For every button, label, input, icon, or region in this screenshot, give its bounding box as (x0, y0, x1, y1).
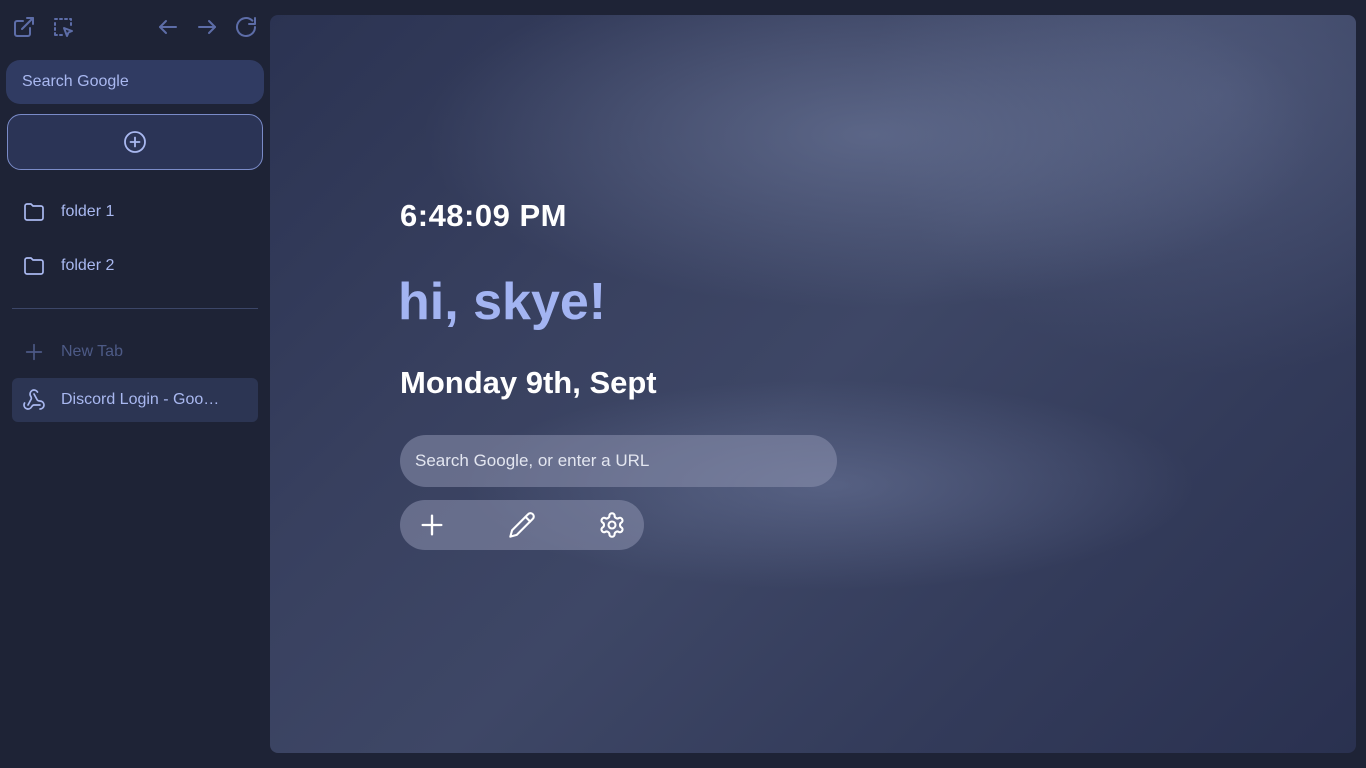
folder-icon (12, 254, 56, 278)
plus-icon (421, 514, 443, 536)
select-area-icon[interactable] (50, 14, 76, 40)
folder-item-1[interactable]: folder 1 (12, 192, 258, 232)
gear-icon (600, 512, 624, 538)
reload-icon[interactable] (233, 14, 259, 40)
folder-icon (12, 200, 56, 224)
folder-item-2[interactable]: folder 2 (12, 246, 258, 286)
date-label: Monday 9th, Sept (400, 365, 657, 400)
folder-label: folder 1 (61, 203, 115, 220)
url-search-input[interactable] (400, 435, 837, 487)
add-folder-button[interactable] (7, 114, 263, 170)
settings-button[interactable] (598, 511, 626, 539)
new-tab-label: New Tab (61, 343, 123, 360)
sidebar-search-input[interactable] (6, 60, 264, 104)
tab-item-discord[interactable]: Discord Login - Google Chrome (12, 378, 258, 422)
clock: 6:48:09 PM (400, 198, 567, 233)
edit-button[interactable] (508, 511, 536, 539)
plus-circle-icon (124, 131, 146, 153)
sidebar: folder 1 folder 2 New Tab Discord Login … (0, 0, 270, 768)
open-external-icon[interactable] (11, 14, 37, 40)
greeting: hi, skye! (398, 273, 607, 331)
arrow-right-icon[interactable] (194, 14, 220, 40)
new-tab-button[interactable]: New Tab (12, 330, 258, 374)
arrow-left-icon[interactable] (155, 14, 181, 40)
new-tab-page: 6:48:09 PM hi, skye! Monday 9th, Sept (270, 15, 1356, 753)
webhook-icon (12, 388, 56, 412)
pencil-icon (509, 512, 535, 538)
plus-icon (12, 341, 56, 363)
sidebar-divider (12, 308, 258, 309)
add-shortcut-button[interactable] (418, 511, 446, 539)
folder-label: folder 2 (61, 257, 115, 274)
tab-label: Discord Login - Google Chrome (61, 391, 226, 408)
sidebar-toolbar (0, 0, 270, 56)
quick-actions-bar (400, 500, 644, 550)
